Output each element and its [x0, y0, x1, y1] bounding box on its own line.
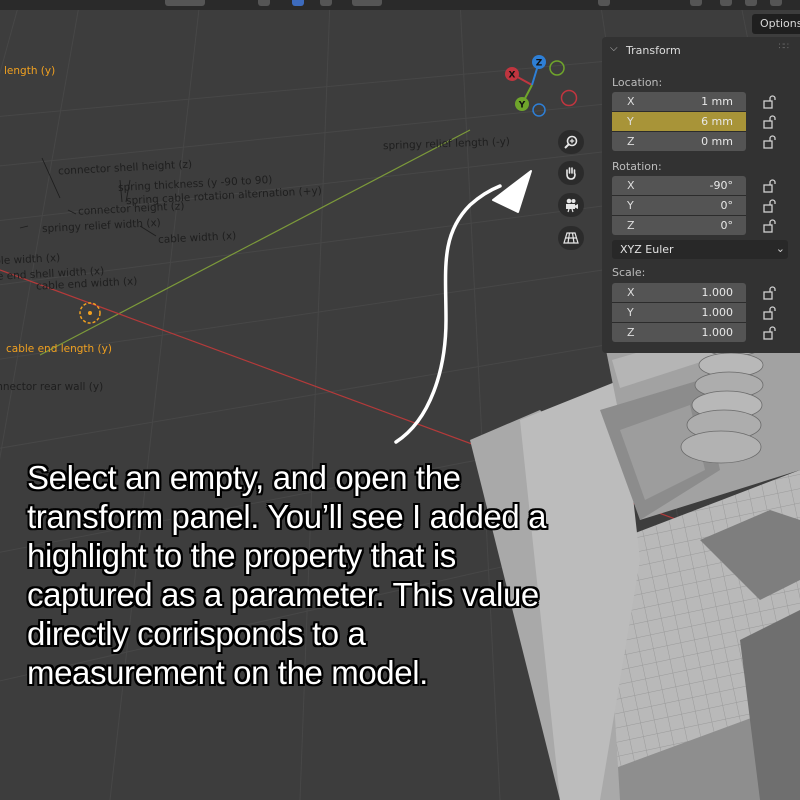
- rotation-mode-select[interactable]: XYZ Euler ⌄: [612, 240, 788, 259]
- scale-x-field[interactable]: X 1.000: [612, 283, 746, 303]
- lock-icon[interactable]: [761, 114, 777, 130]
- field-value: -90°: [709, 179, 733, 192]
- field-value: 1.000: [701, 326, 734, 339]
- caption-line: transform panel. You’ll see I added a: [27, 498, 547, 535]
- scale-y-field[interactable]: Y 1.000: [612, 303, 746, 323]
- header-bar: [0, 0, 800, 10]
- caption-line: highlight to the property that is: [27, 537, 456, 574]
- rotation-x-field[interactable]: X -90°: [612, 176, 746, 196]
- viewport-label: length (y): [4, 65, 56, 77]
- scale-z-field[interactable]: Z 1.000: [612, 323, 746, 342]
- rotation-label: Rotation:: [612, 160, 662, 173]
- gizmo-x-label: X: [509, 71, 516, 81]
- caption-line: captured as a parameter. This value: [27, 576, 539, 613]
- blender-viewport[interactable]: Options length (y) springy relief length…: [0, 0, 800, 800]
- location-y-field-highlighted[interactable]: Y 6 mm: [612, 112, 746, 132]
- rotation-mode-value: XYZ Euler: [620, 243, 674, 256]
- caption-line: directly corrisponds to a: [27, 615, 366, 652]
- caption-line: measurement on the model.: [27, 654, 428, 691]
- rotation-y-field[interactable]: Y 0°: [612, 196, 746, 216]
- viewport-label-selected: cable end length (y): [6, 343, 112, 355]
- rotation-z-field[interactable]: Z 0°: [612, 216, 746, 235]
- field-value: 1 mm: [701, 95, 733, 108]
- axis-label: Y: [627, 306, 634, 319]
- field-value: 1.000: [701, 286, 734, 299]
- axis-label: Y: [627, 199, 634, 212]
- header-icon[interactable]: [352, 0, 382, 6]
- lock-icon[interactable]: [761, 178, 777, 194]
- field-value: 0°: [720, 219, 734, 232]
- header-dropdown[interactable]: [165, 0, 205, 6]
- pan-hand-icon[interactable]: [558, 161, 584, 185]
- viewport-label: connector rear wall (y): [0, 381, 104, 393]
- axis-label: Z: [627, 135, 635, 148]
- axis-label: Y: [627, 115, 634, 128]
- location-z-field[interactable]: Z 0 mm: [612, 132, 746, 151]
- header-icon[interactable]: [770, 0, 782, 6]
- axis-label: Z: [627, 219, 635, 232]
- navigation-gizmo[interactable]: X Z Y: [500, 50, 590, 125]
- header-toggle[interactable]: [292, 0, 304, 6]
- lock-icon[interactable]: [761, 285, 777, 301]
- header-icon[interactable]: [320, 0, 332, 6]
- lock-icon[interactable]: [761, 305, 777, 321]
- gizmo-z-label: Z: [536, 59, 543, 69]
- axis-label: X: [627, 95, 635, 108]
- field-value: 0 mm: [701, 135, 733, 148]
- lock-icon[interactable]: [761, 198, 777, 214]
- header-icon[interactable]: [720, 0, 732, 6]
- field-value: 1.000: [701, 306, 734, 319]
- lock-icon[interactable]: [761, 94, 777, 110]
- scale-label: Scale:: [612, 266, 646, 279]
- header-icon[interactable]: [598, 0, 610, 6]
- perspective-grid-icon[interactable]: [558, 226, 584, 250]
- chevron-down-icon: ⌄: [775, 242, 785, 255]
- location-x-field[interactable]: X 1 mm: [612, 92, 746, 112]
- tutorial-caption: Select an empty, and open the transform …: [27, 458, 747, 692]
- zoom-icon[interactable]: [558, 130, 584, 154]
- caption-line: Select an empty, and open the: [27, 459, 461, 496]
- field-value: 6 mm: [701, 115, 733, 128]
- panel-title: Transform: [626, 44, 681, 57]
- header-icon[interactable]: [690, 0, 702, 6]
- header-icon[interactable]: [258, 0, 270, 6]
- gizmo-y-label: Y: [518, 101, 526, 111]
- options-button[interactable]: Options: [752, 14, 800, 34]
- collapse-chevron-icon[interactable]: ⌵: [610, 43, 618, 54]
- lock-icon[interactable]: [761, 325, 777, 341]
- lock-icon[interactable]: [761, 134, 777, 150]
- location-label: Location:: [612, 76, 663, 89]
- axis-label: X: [627, 286, 635, 299]
- drag-grip-icon[interactable]: ∷∷: [779, 42, 790, 52]
- header-icon[interactable]: [745, 0, 757, 6]
- field-value: 0°: [720, 199, 734, 212]
- axis-label: Z: [627, 326, 635, 339]
- axis-label: X: [627, 179, 635, 192]
- transform-panel[interactable]: ⌵ Transform ∷∷ Location: X 1 mm Y 6 mm Z…: [602, 37, 800, 353]
- lock-icon[interactable]: [761, 218, 777, 234]
- camera-icon[interactable]: [558, 193, 584, 217]
